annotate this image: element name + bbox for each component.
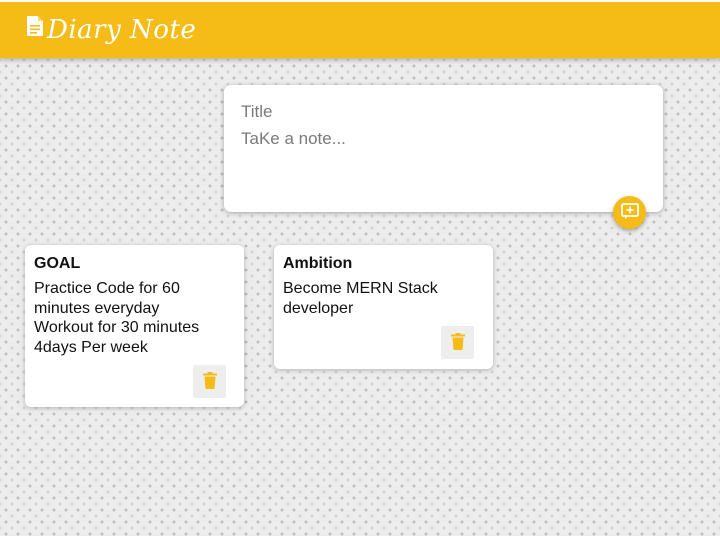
note-card: GOAL Practice Code for 60 minutes everyd… [25, 245, 244, 407]
note-icon [27, 16, 43, 36]
note-body: Practice Code for 60 minutes everyday Wo… [34, 280, 200, 356]
title-input[interactable] [241, 101, 641, 123]
note-title: GOAL [34, 255, 81, 272]
note-composer [224, 85, 663, 212]
note-card: Ambition Become MERN Stack developer [274, 245, 493, 369]
note-body: Become MERN Stack developer [283, 280, 438, 317]
app-title: Diary Note [47, 15, 197, 45]
trash-icon [450, 332, 465, 353]
delete-note-button[interactable] [441, 326, 474, 359]
note-textarea[interactable] [241, 129, 641, 199]
delete-note-button[interactable] [193, 365, 226, 398]
note-title: Ambition [283, 255, 353, 272]
add-note-button[interactable] [613, 196, 646, 229]
add-note-icon [620, 203, 639, 222]
trash-icon [202, 371, 217, 392]
app-header: Diary Note [0, 0, 720, 58]
